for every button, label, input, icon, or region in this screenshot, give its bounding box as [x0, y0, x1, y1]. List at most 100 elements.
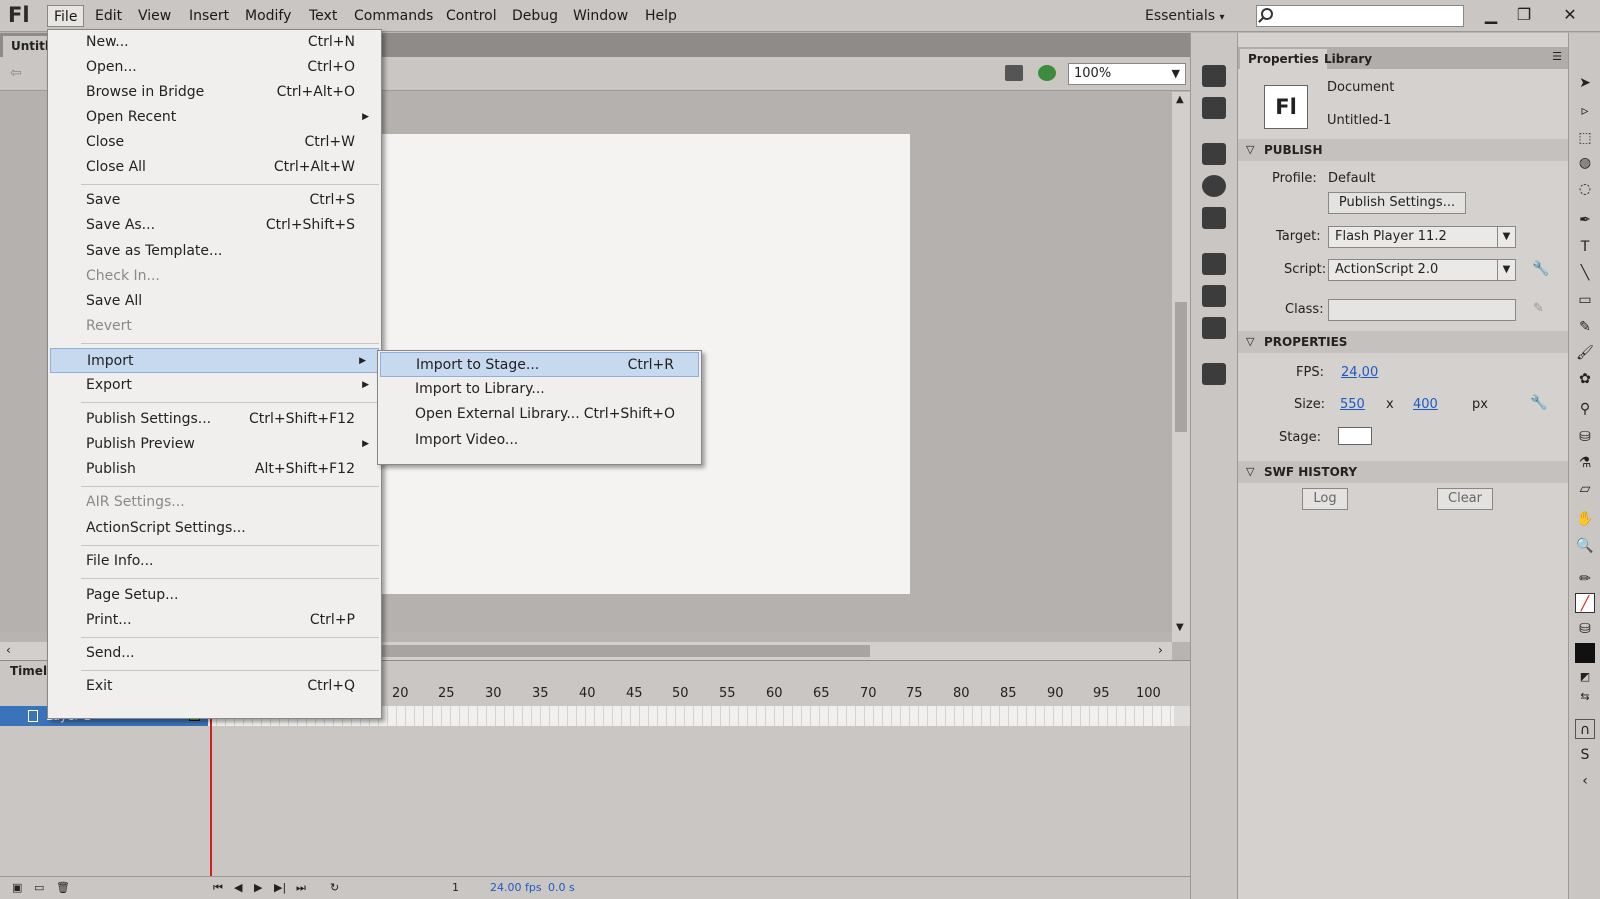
transform-icon[interactable]	[1202, 207, 1226, 229]
menu-commands[interactable]: Commands	[348, 5, 439, 27]
menu-item-save-as-template[interactable]: Save as Template...	[48, 239, 381, 264]
publish-section-header[interactable]: PUBLISH	[1238, 139, 1568, 161]
zoom-select[interactable]: 100% ▼	[1068, 63, 1186, 85]
new-folder-icon[interactable]: ▭	[34, 881, 44, 894]
menu-item-save-as[interactable]: Save As... Ctrl+Shift+S	[48, 213, 381, 238]
scroll-down-icon[interactable]: ▼	[1176, 622, 1184, 633]
eyedropper-tool-icon[interactable]: ⚗	[1575, 453, 1595, 473]
menu-item-print[interactable]: Print... Ctrl+P	[48, 608, 381, 633]
menu-item-exit[interactable]: Exit Ctrl+Q	[48, 674, 381, 699]
stroke-swatch-icon[interactable]: ╱	[1575, 593, 1595, 613]
menu-item-publish-preview[interactable]: Publish Preview ▶	[48, 432, 381, 457]
menu-modify[interactable]: Modify	[239, 5, 297, 27]
rectangle-tool-icon[interactable]: ▭	[1575, 290, 1595, 310]
menu-item-save-all[interactable]: Save All	[48, 289, 381, 314]
menu-item-actionscript-settings[interactable]: ActionScript Settings...	[48, 516, 381, 541]
project-icon[interactable]	[1202, 363, 1226, 385]
delete-layer-icon[interactable]: 🗑	[56, 881, 70, 894]
hand-tool-icon[interactable]: ✋	[1575, 509, 1595, 529]
menu-item-open[interactable]: Open... Ctrl+O	[48, 55, 381, 80]
straighten-icon[interactable]: ‹	[1575, 771, 1595, 791]
loop-icon[interactable]: ↻	[330, 881, 339, 894]
bone-tool-icon[interactable]: ⚲	[1575, 399, 1595, 419]
menu-window[interactable]: Window	[567, 5, 634, 27]
properties-section-header[interactable]: PROPERTIES	[1238, 331, 1568, 353]
tab-library[interactable]: Library	[1316, 49, 1380, 69]
tab-properties[interactable]: Properties	[1240, 49, 1327, 69]
snap-magnet-icon[interactable]: ∩	[1575, 719, 1595, 739]
scroll-left-icon[interactable]: ‹	[6, 643, 11, 657]
restore-button[interactable]: ❐	[1510, 3, 1538, 27]
text-tool-icon[interactable]: T	[1575, 237, 1595, 257]
stage-color-swatch[interactable]	[1338, 427, 1372, 445]
stroke-color-icon[interactable]: ✏	[1575, 569, 1595, 589]
fill-swatch-icon[interactable]	[1575, 643, 1595, 663]
fps-value[interactable]: 24,00	[1341, 365, 1378, 380]
menu-insert[interactable]: Insert	[183, 5, 235, 27]
eraser-tool-icon[interactable]: ▱	[1575, 479, 1595, 499]
frame-rate[interactable]: 24.00 fps	[490, 881, 542, 894]
menu-help[interactable]: Help	[639, 5, 683, 27]
menu-item-publish-settings[interactable]: Publish Settings... Ctrl+Shift+F12	[48, 407, 381, 432]
swatches-icon[interactable]	[1202, 97, 1226, 119]
step-back-icon[interactable]: ◀	[234, 881, 242, 894]
pen-tool-icon[interactable]: ✒	[1575, 210, 1595, 230]
clear-button[interactable]: Clear	[1437, 488, 1493, 510]
default-colors-icon[interactable]: ◩	[1575, 667, 1595, 687]
first-frame-icon[interactable]: ⏮	[213, 881, 223, 895]
class-input[interactable]	[1328, 299, 1516, 321]
components-icon[interactable]	[1202, 285, 1226, 307]
lasso-tool-icon[interactable]: ◌	[1575, 179, 1595, 199]
deco-tool-icon[interactable]: ✿	[1575, 369, 1595, 389]
align-icon[interactable]	[1202, 143, 1226, 165]
pencil-icon[interactable]: ✎	[1533, 301, 1544, 316]
edit-scene-icon[interactable]	[1005, 65, 1023, 81]
log-button[interactable]: Log	[1302, 488, 1348, 510]
menu-item-open-recent[interactable]: Open Recent ▶	[48, 105, 381, 130]
selection-tool-icon[interactable]: ➤	[1575, 73, 1595, 93]
scroll-right-icon[interactable]: ›	[1158, 643, 1163, 657]
menu-item-close-all[interactable]: Close All Ctrl+Alt+W	[48, 155, 381, 180]
vertical-scrollbar[interactable]: ▲ ▼	[1172, 92, 1190, 642]
edit-symbol-icon[interactable]	[1038, 65, 1056, 81]
menu-item-import-to-library[interactable]: Import to Library...	[378, 377, 701, 402]
menu-item-import[interactable]: Import ▶	[50, 348, 379, 373]
swf-history-section-header[interactable]: SWF HISTORY	[1238, 461, 1568, 483]
menu-file[interactable]: File	[47, 5, 85, 27]
swap-colors-icon[interactable]: ⇆	[1575, 687, 1595, 707]
width-value[interactable]: 550	[1340, 397, 1365, 412]
wrench-icon[interactable]: 🔧	[1530, 395, 1547, 411]
menu-text[interactable]: Text	[303, 5, 343, 27]
menu-item-import-to-stage[interactable]: Import to Stage... Ctrl+R	[380, 352, 699, 377]
vertical-scroll-thumb[interactable]	[1175, 302, 1187, 432]
script-select[interactable]: ActionScript 2.0 ▼	[1328, 259, 1516, 281]
brush-tool-icon[interactable]: 🖌	[1575, 343, 1595, 363]
menu-item-import-video[interactable]: Import Video...	[378, 428, 701, 453]
menu-edit[interactable]: Edit	[89, 5, 128, 27]
target-select[interactable]: Flash Player 11.2 ▼	[1328, 226, 1516, 248]
motion-editor-icon[interactable]	[1202, 317, 1226, 339]
motion-presets-icon[interactable]	[1202, 65, 1226, 87]
3d-rotation-tool-icon[interactable]: ◍	[1575, 153, 1595, 173]
wrench-icon[interactable]: 🔧	[1532, 261, 1549, 277]
menu-item-export[interactable]: Export ▶	[48, 373, 381, 398]
menu-item-browse-in-bridge[interactable]: Browse in Bridge Ctrl+Alt+O	[48, 80, 381, 105]
zoom-tool-icon[interactable]: 🔍	[1575, 536, 1595, 556]
last-frame-icon[interactable]: ⏭	[296, 881, 306, 895]
search-input[interactable]	[1256, 5, 1464, 27]
step-forward-icon[interactable]: ▶|	[274, 881, 286, 894]
height-value[interactable]: 400	[1413, 397, 1438, 412]
paint-bucket-tool-icon[interactable]: ⛁	[1575, 427, 1595, 447]
info-icon[interactable]	[1202, 175, 1226, 197]
line-tool-icon[interactable]: ╲	[1575, 263, 1595, 283]
new-layer-icon[interactable]: ▣	[12, 881, 22, 894]
menu-view[interactable]: View	[132, 5, 177, 27]
play-icon[interactable]: ▶	[254, 881, 262, 894]
document-tab[interactable]: Untitled-1	[3, 36, 51, 57]
menu-item-publish[interactable]: Publish Alt+Shift+F12	[48, 457, 381, 482]
menu-item-close[interactable]: Close Ctrl+W	[48, 130, 381, 155]
free-transform-tool-icon[interactable]: ⬚	[1575, 128, 1595, 148]
scroll-up-icon[interactable]: ▲	[1176, 94, 1184, 105]
publish-settings-button[interactable]: Publish Settings...	[1328, 192, 1466, 214]
panel-menu-icon[interactable]: ☰	[1552, 50, 1562, 63]
